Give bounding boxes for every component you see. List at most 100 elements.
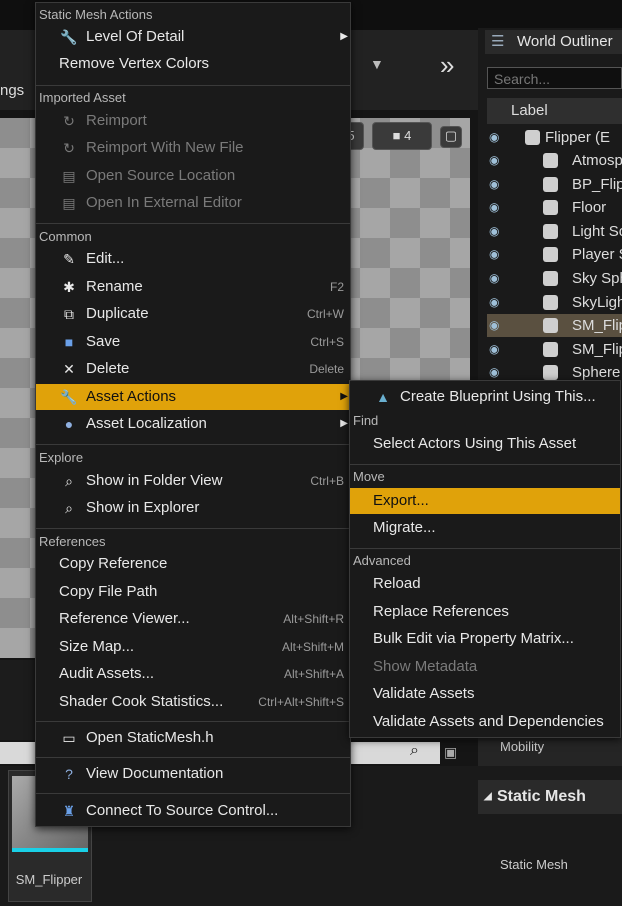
menu-label: Remove Vertex Colors (59, 55, 210, 72)
menu-reimport-new-file[interactable]: ↻ Reimport With New File (36, 135, 350, 161)
search-icon[interactable]: ⌕ (410, 742, 419, 760)
visibility-eye-icon[interactable]: ◉ (489, 196, 509, 219)
menu-bulk-edit[interactable]: Bulk Edit via Property Matrix... (350, 626, 620, 652)
menu-audit-assets[interactable]: Audit Assets... Alt+Shift+A (36, 661, 350, 687)
outliner-search-input[interactable]: Search... (487, 67, 622, 89)
expand-toolbar-icon[interactable]: » (440, 50, 454, 81)
menu-duplicate[interactable]: ⧉ Duplicate Ctrl+W (36, 301, 350, 327)
menu-asset-localization[interactable]: ● Asset Localization ▶ (36, 411, 350, 437)
magnifier-icon: ⌕ (65, 500, 73, 516)
menu-label: Bulk Edit via Property Matrix... (373, 630, 574, 647)
menu-label: Reference Viewer... (59, 610, 190, 627)
outliner-row[interactable]: ◉ Flipper (E (487, 126, 622, 149)
outliner-row-label: Atmosp (572, 152, 622, 169)
menu-reload[interactable]: Reload (350, 571, 620, 597)
light-icon (543, 224, 558, 239)
outliner-row-label: SM_Flip (572, 317, 622, 334)
outliner-row[interactable]: ◉ Sky Sph (487, 267, 622, 290)
menu-export[interactable]: Export... (350, 488, 620, 514)
outliner-row[interactable]: ◉ SM_Flip (487, 314, 622, 337)
menu-delete[interactable]: ✕ Delete Delete (36, 356, 350, 382)
menu-divider (350, 548, 620, 549)
menu-show-in-explorer[interactable]: ⌕ Show in Explorer (36, 495, 350, 521)
outliner-row[interactable]: ◉ Atmosp (487, 149, 622, 172)
visibility-eye-icon[interactable]: ◉ (489, 267, 509, 290)
menu-remove-vertex-colors[interactable]: Remove Vertex Colors (36, 51, 350, 77)
visibility-eye-icon[interactable]: ◉ (489, 220, 509, 243)
menu-show-metadata[interactable]: Show Metadata (350, 654, 620, 680)
menu-open-external-editor[interactable]: ▤ Open In External Editor (36, 190, 350, 216)
menu-label: Save (86, 333, 121, 350)
menu-create-blueprint[interactable]: ▲ Create Blueprint Using This... (350, 384, 620, 410)
visibility-eye-icon[interactable]: ◉ (489, 173, 509, 196)
outliner-row[interactable]: ◉ BP_Flip (487, 173, 622, 196)
menu-save[interactable]: ■ Save Ctrl+S (36, 329, 350, 355)
menu-label: Reimport With New File (86, 139, 244, 156)
outliner-row[interactable]: ◉ SkyLigh (487, 291, 622, 314)
section-explore: Explore (39, 450, 84, 465)
menu-label: Open StaticMesh.h (86, 729, 214, 746)
menu-validate-assets-dependencies[interactable]: Validate Assets and Dependencies (350, 709, 620, 735)
visibility-eye-icon[interactable]: ◉ (489, 338, 509, 361)
outliner-row[interactable]: ◉ SM_Flip (487, 338, 622, 361)
blueprint-icon (543, 177, 558, 192)
camera-speed-button[interactable]: ■ 4 (372, 122, 432, 150)
menu-divider (36, 528, 350, 529)
maximize-viewport-icon[interactable]: ▢ (440, 126, 462, 148)
visibility-eye-icon[interactable]: ◉ (489, 314, 509, 337)
outliner-row-label: BP_Flip (572, 176, 622, 193)
chevron-down-icon[interactable]: ▼ (370, 56, 384, 72)
blueprint-icon: ▲ (376, 389, 390, 405)
outliner-row-label: SkyLigh (572, 294, 622, 311)
menu-edit[interactable]: ✎ Edit... (36, 246, 350, 272)
world-outliner-tab[interactable]: ☰ World Outliner (485, 30, 622, 54)
visibility-eye-icon[interactable]: ◉ (489, 126, 509, 149)
outliner-row-label: SM_Flip (572, 341, 622, 358)
menu-label: View Documentation (86, 765, 224, 782)
asset-name: SM_Flipper (15, 872, 83, 887)
outliner-row[interactable]: ◉ Light So (487, 220, 622, 243)
save-search-icon[interactable]: ▣ (444, 744, 457, 761)
menu-size-map[interactable]: Size Map... Alt+Shift+M (36, 634, 350, 660)
menu-divider (36, 444, 350, 445)
toolbar-settings-label[interactable]: ngs (0, 82, 24, 99)
visibility-eye-icon[interactable]: ◉ (489, 149, 509, 172)
menu-label: Reimport (86, 112, 147, 129)
source-control-icon: ♜ (62, 803, 76, 819)
menu-shader-cook-statistics[interactable]: Shader Cook Statistics... Ctrl+Alt+Shift… (36, 689, 350, 715)
menu-replace-references[interactable]: Replace References (350, 599, 620, 625)
static-mesh-category[interactable]: ◢ Static Mesh (478, 780, 622, 814)
save-icon: ■ (64, 334, 74, 350)
menu-select-actors[interactable]: Select Actors Using This Asset (350, 431, 620, 457)
menu-view-documentation[interactable]: ? View Documentation (36, 761, 350, 787)
menu-open-header[interactable]: ▭ Open StaticMesh.h (36, 725, 350, 751)
outliner-column-header[interactable]: Label (487, 98, 622, 124)
menu-reference-viewer[interactable]: Reference Viewer... Alt+Shift+R (36, 606, 350, 632)
menu-connect-source-control[interactable]: ♜ Connect To Source Control... (36, 798, 350, 824)
menu-label: Open In External Editor (86, 194, 242, 211)
visibility-eye-icon[interactable]: ◉ (489, 243, 509, 266)
menu-show-in-folder[interactable]: ⌕ Show in Folder View Ctrl+B (36, 468, 350, 494)
menu-shortcut: Ctrl+S (310, 335, 344, 349)
menu-label: Asset Localization (86, 415, 207, 432)
menu-reimport[interactable]: ↻ Reimport (36, 108, 350, 134)
menu-level-of-detail[interactable]: 🔧 Level Of Detail ▶ (36, 24, 350, 50)
menu-copy-file-path[interactable]: Copy File Path (36, 579, 350, 605)
menu-validate-assets[interactable]: Validate Assets (350, 681, 620, 707)
level-icon (525, 130, 540, 145)
reimport-icon: ↻ (63, 140, 75, 156)
asset-type-bar (12, 848, 88, 852)
menu-open-source-location[interactable]: ▤ Open Source Location (36, 163, 350, 189)
submenu-arrow-icon: ▶ (340, 31, 348, 42)
menu-rename[interactable]: ✱ Rename F2 (36, 274, 350, 300)
menu-label: Create Blueprint Using This... (400, 388, 596, 405)
outliner-row[interactable]: ◉ Player S (487, 243, 622, 266)
menu-asset-actions[interactable]: 🔧 Asset Actions ▶ (36, 384, 350, 410)
outliner-row[interactable]: ◉ Floor (487, 196, 622, 219)
menu-shortcut: Alt+Shift+M (281, 640, 344, 654)
menu-copy-reference[interactable]: Copy Reference (36, 551, 350, 577)
visibility-eye-icon[interactable]: ◉ (489, 291, 509, 314)
menu-label: Delete (86, 360, 130, 377)
external-editor-icon: ▤ (62, 195, 76, 211)
menu-migrate[interactable]: Migrate... (350, 515, 620, 541)
